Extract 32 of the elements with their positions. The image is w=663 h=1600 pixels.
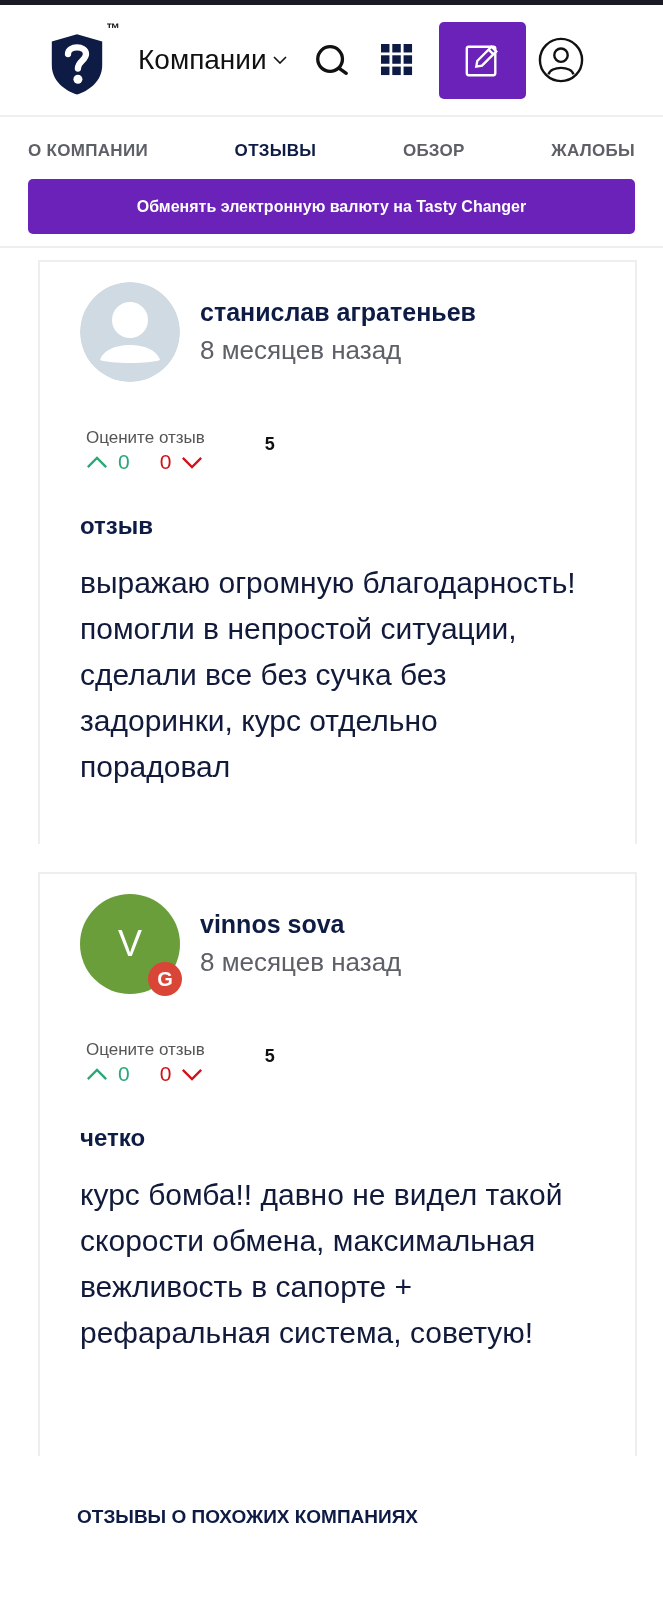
user-account-icon[interactable]: [537, 37, 584, 83]
exchange-banner-button[interactable]: Обменять электронную валюту на Tasty Changer: [28, 179, 635, 234]
source-badge: G: [148, 962, 182, 996]
chevron-up-icon: [86, 1067, 108, 1081]
rate-review-label: Оцените отзыв: [86, 428, 205, 448]
shield-question-logo[interactable]: [50, 32, 104, 96]
review-text: выражаю огромную благодарность! помогли в непростой ситуации, сделали все без сучка без задоринки, курс отдельно порадовал: [80, 565, 577, 785]
downvote-button[interactable]: 0: [159, 450, 204, 474]
review-text: курс бомба!! давно не видел такой скорости обмена, максимальная вежливость в сапорте + рефаральная система, советую!: [80, 1177, 564, 1351]
rate-review-label: Оцените отзыв: [86, 1040, 205, 1060]
chevron-down-icon: [272, 56, 287, 64]
grid-menu-icon[interactable]: [380, 44, 413, 76]
chevron-up-icon: [86, 455, 108, 469]
rating-score: 5: [264, 434, 275, 455]
review-time: 8 месяцев назад: [200, 335, 403, 366]
chevron-down-icon: [181, 1067, 204, 1081]
nav-tab[interactable]: ОБЗОР: [402, 137, 465, 165]
rating-score: 5: [264, 1046, 275, 1067]
review-title: отзыв: [80, 512, 154, 540]
companies-dropdown[interactable]: Компании: [138, 44, 287, 76]
review-title: четко: [80, 1124, 147, 1152]
write-review-button[interactable]: [438, 21, 526, 99]
nav-tab[interactable]: ОТЗЫВЫ: [234, 137, 317, 165]
nav-tab[interactable]: ЖАЛОБЫ: [551, 137, 635, 165]
author-name: станислав агратеньев: [200, 298, 476, 327]
trademark-sign: ™: [106, 20, 120, 36]
author-name: vinnos sova: [200, 910, 346, 939]
review-time: 8 месяцев назад: [200, 947, 402, 978]
chevron-down-icon: [181, 455, 204, 469]
nav-tab[interactable]: О КОМПАНИИ: [28, 137, 148, 165]
downvote-button[interactable]: 0: [159, 1062, 204, 1086]
section-heading: ОТЗЫВЫ О ПОХОЖИХ КОМПАНИЯХ: [77, 1506, 420, 1528]
